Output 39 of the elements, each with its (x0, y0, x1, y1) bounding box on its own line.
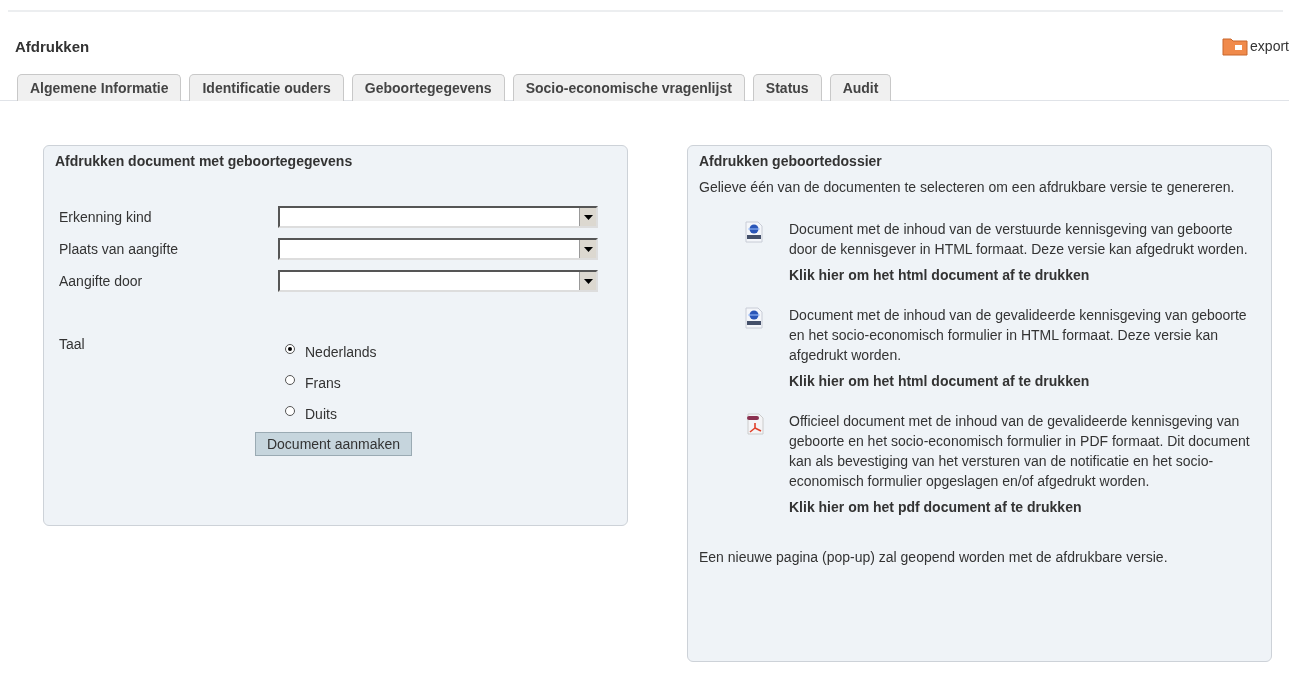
dropdown-field[interactable] (278, 206, 598, 228)
radio-option[interactable]: Nederlands (285, 344, 377, 360)
print-link[interactable]: Klik hier om het pdf document af te drukken (789, 499, 1259, 515)
dropdown-field[interactable] (278, 270, 598, 292)
pdf-file-icon (746, 413, 764, 435)
tab[interactable]: Geboortegegevens (351, 74, 505, 101)
document-description: Document met de inhoud van de verstuurde kennisgeving van geboorte door de kennisgever in HTML formaat. Deze versie kan afgedrukt worden. (789, 220, 1249, 259)
html-file-icon (744, 307, 764, 329)
field-label: Plaats van aangifte (59, 241, 180, 257)
radio-button[interactable] (285, 375, 295, 385)
folder-icon (1222, 36, 1249, 56)
radio-option[interactable]: Frans (285, 375, 377, 391)
panel-title: Afdrukken geboortedossier (699, 153, 883, 169)
caret-icon (583, 246, 593, 252)
field-label: Aangifte door (59, 273, 144, 289)
intro-text: Gelieve één van de documenten te selecteren om een afdrukbare versie te genereren. (699, 178, 1236, 197)
radio-button[interactable] (285, 344, 295, 354)
tab[interactable]: Status (752, 74, 822, 101)
document-description: Document met de inhoud van de gevalideerde kennisgeving van geboorte en het socio-economisch formulier in HTML formaat. Deze versie kan afgedrukt worden. (789, 306, 1248, 365)
dropdown-field[interactable] (278, 238, 598, 260)
panel-title: Afdrukken document met geboortegegevens (55, 153, 354, 169)
tab[interactable]: Socio-economische vragenlijst (512, 74, 745, 101)
document-description: Officieel document met de inhoud van de gevalideerde kennisgeving van geboorte en het socio-economisch formulier in PDF formaat. Dit document kan als bevestiging van het versturen van de notificatie en het socio-economisch formulier opgeslagen en/of afgedrukt worden. (789, 412, 1251, 491)
tab[interactable]: Algemene Informatie (17, 74, 182, 101)
print-link[interactable]: Klik hier om het html document af te drukken (789, 373, 1259, 389)
page-title: Afdrukken (15, 37, 90, 55)
tab[interactable]: Identificatie ouders (189, 74, 344, 101)
tab[interactable]: Audit (829, 74, 892, 101)
radio-option[interactable]: Duits (285, 406, 377, 422)
field-label: Taal (59, 336, 86, 354)
export-link[interactable]: export (1222, 36, 1289, 56)
caret-icon (583, 278, 593, 284)
caret-icon (583, 214, 593, 220)
print-link[interactable]: Klik hier om het html document af te drukken (789, 267, 1259, 283)
html-file-icon (744, 221, 764, 243)
field-label: Erkenning kind (59, 209, 153, 225)
create-document-button[interactable]: Document aanmaken (254, 432, 413, 456)
footer-note: Een nieuwe pagina (pop-up) zal geopend worden met de afdrukbare versie. (699, 549, 1169, 565)
radio-button[interactable] (285, 406, 295, 416)
